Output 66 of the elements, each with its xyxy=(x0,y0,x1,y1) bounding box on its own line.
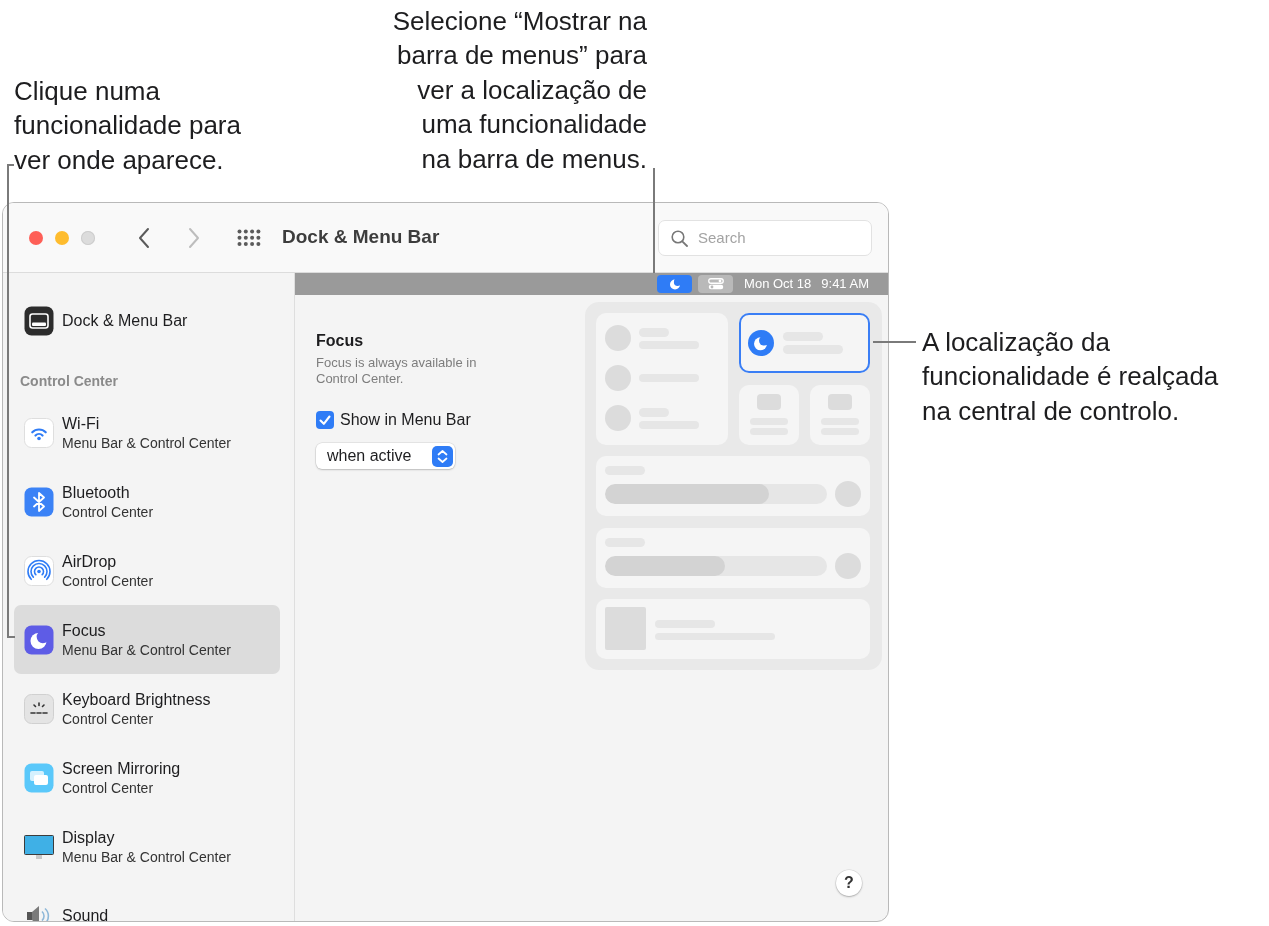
item-subtitle: Control Center xyxy=(62,502,154,521)
window-title: Dock & Menu Bar xyxy=(282,225,440,250)
moon-icon xyxy=(748,330,774,356)
item-title: Display xyxy=(62,827,116,848)
wifi-icon xyxy=(24,417,54,448)
leader-line xyxy=(872,341,917,343)
skeleton-square-icon xyxy=(757,393,781,410)
item-subtitle: Menu Bar & Control Center xyxy=(62,640,231,659)
moon-icon xyxy=(24,624,54,655)
sidebar-item[interactable]: Display Menu Bar & Control Center xyxy=(14,812,280,881)
item-title: Sound xyxy=(62,905,109,921)
checkbox-label[interactable]: Show in Menu Bar xyxy=(340,408,471,432)
skeleton-circle-icon xyxy=(605,325,631,351)
search-field[interactable]: Search xyxy=(658,219,872,256)
sidebar-item[interactable]: Wi-Fi Menu Bar & Control Center xyxy=(14,398,280,467)
item-subtitle: Control Center xyxy=(62,778,155,797)
item-title: Focus xyxy=(62,620,107,641)
signal-rings-icon xyxy=(24,555,54,586)
callout-text: Selecione “Mostrar na barra de menus” para ver a localização de uma funcionalidade na barra de menus. xyxy=(392,5,647,176)
item-subtitle: Control Center xyxy=(62,571,154,590)
toggles-icon xyxy=(707,278,724,290)
panel-description: Focus is always available in Control Center. xyxy=(316,355,478,387)
skeleton-square-icon xyxy=(605,607,646,650)
sidebar-item[interactable]: Keyboard Brightness Control Center xyxy=(14,674,280,743)
skeleton-circle-icon xyxy=(835,552,861,579)
item-title: Wi-Fi xyxy=(62,413,101,434)
sidebar-item[interactable]: Bluetooth Control Center xyxy=(14,467,280,536)
sidebar-item[interactable]: Screen Mirroring Control Center xyxy=(14,743,280,812)
popup-button[interactable]: when active xyxy=(316,443,455,469)
sidebar-item[interactable]: Sound xyxy=(14,881,280,921)
menu-bar-clock: 9:41 AM xyxy=(821,276,869,292)
skeleton-circle-icon xyxy=(605,405,631,431)
close-button[interactable] xyxy=(29,230,43,245)
skeleton-circle-icon xyxy=(835,481,861,507)
chevron-left-icon[interactable] xyxy=(137,226,151,249)
sidebar-item[interactable]: AirDrop Control Center xyxy=(14,536,280,605)
section-heading: Control Center xyxy=(20,372,119,391)
item-title: Bluetooth xyxy=(62,482,131,503)
item-title: AirDrop xyxy=(62,551,118,572)
sidebar-item[interactable]: Dock & Menu Bar xyxy=(14,297,280,345)
window-icon xyxy=(24,306,54,336)
item-title: Dock & Menu Bar xyxy=(62,311,188,331)
brightness-icon xyxy=(24,693,54,724)
menu-bar-item[interactable] xyxy=(698,275,734,293)
help-button[interactable]: ? xyxy=(836,870,862,896)
moon-icon xyxy=(668,278,681,290)
item-subtitle: Control Center xyxy=(62,709,155,728)
sidebar-item[interactable]: Focus Menu Bar & Control Center xyxy=(14,605,280,674)
stepper-icon xyxy=(432,445,453,467)
callout-text: A localização da funcionalidade é realçada na central de controlo. xyxy=(922,326,1219,428)
menu-bar-date: Mon Oct 18 xyxy=(744,276,812,292)
skeleton-circle-icon xyxy=(605,365,631,391)
item-subtitle: Menu Bar & Control Center xyxy=(62,433,231,452)
checkbox[interactable] xyxy=(316,411,334,429)
bluetooth-icon xyxy=(24,486,54,517)
minimize-button[interactable] xyxy=(55,230,69,245)
search-icon xyxy=(671,229,688,247)
overlapping-screens-icon xyxy=(24,762,54,793)
skeleton-square-icon xyxy=(828,393,852,410)
item-title: Screen Mirroring xyxy=(62,758,181,779)
panel-title: Focus xyxy=(316,331,365,351)
item-subtitle: Menu Bar & Control Center xyxy=(62,847,231,866)
item-title: Keyboard Brightness xyxy=(62,689,211,710)
callout-text: Clique numa funcionalidade para ver onde aparece. xyxy=(14,75,241,177)
menu-bar-item[interactable] xyxy=(657,275,693,293)
grid-icon[interactable] xyxy=(237,228,261,247)
